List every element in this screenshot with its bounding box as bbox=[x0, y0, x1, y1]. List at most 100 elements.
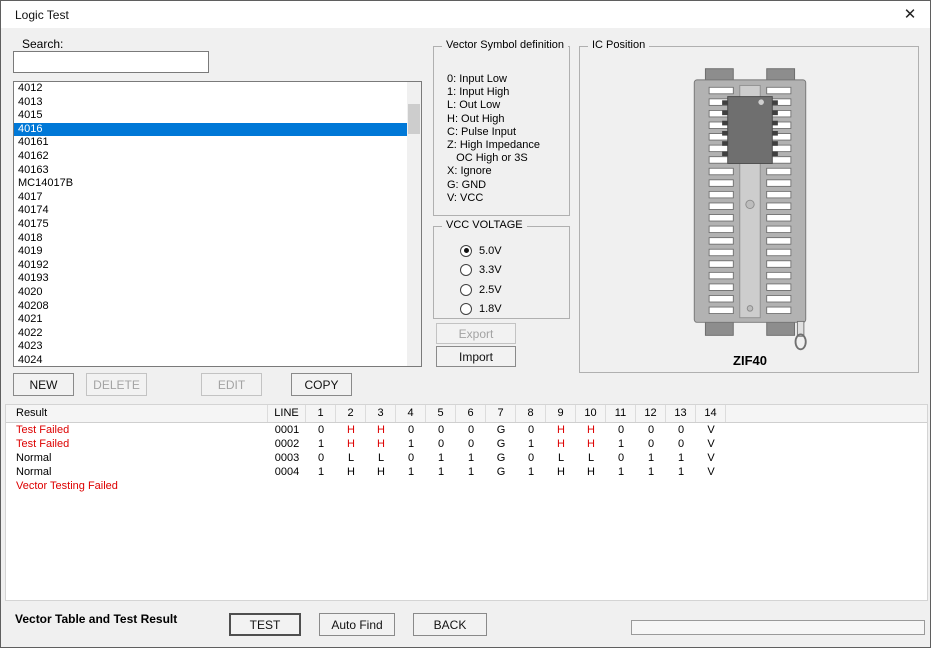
vector-cell: H bbox=[366, 423, 396, 437]
list-item-4013[interactable]: 4013 bbox=[14, 96, 407, 110]
list-item-40162[interactable]: 40162 bbox=[14, 150, 407, 164]
vector-cell: 0 bbox=[666, 423, 696, 437]
list-item-MC14017B[interactable]: MC14017B bbox=[14, 177, 407, 191]
table-row[interactable]: Normal00030LL011G0LL011V bbox=[6, 451, 927, 465]
list-item-4023[interactable]: 4023 bbox=[14, 340, 407, 354]
vector-cell: 1 bbox=[396, 465, 426, 479]
result-cell: Test Failed bbox=[6, 437, 268, 451]
vector-cell: 1 bbox=[456, 451, 486, 465]
vector-cell: 1 bbox=[606, 465, 636, 479]
vector-cell: 0 bbox=[606, 451, 636, 465]
vector-symbol-group: Vector Symbol definition 0: Input Low1: … bbox=[433, 46, 570, 216]
column-header-13[interactable]: 13 bbox=[666, 405, 696, 422]
vector-cell: 0 bbox=[456, 437, 486, 451]
list-item-4012[interactable]: 4012 bbox=[14, 82, 407, 96]
device-list-items: 4012401340154016401614016240163MC14017B4… bbox=[14, 82, 407, 366]
vector-cell: 0 bbox=[426, 437, 456, 451]
line-cell bbox=[268, 479, 306, 493]
column-header-8[interactable]: 8 bbox=[516, 405, 546, 422]
window-title: Logic Test bbox=[15, 8, 69, 22]
list-item-4015[interactable]: 4015 bbox=[14, 109, 407, 123]
column-header-7[interactable]: 7 bbox=[486, 405, 516, 422]
list-item-40161[interactable]: 40161 bbox=[14, 136, 407, 150]
search-input[interactable] bbox=[13, 51, 209, 73]
vcc-options: 5.0V3.3V 2.5V 1.8V bbox=[434, 227, 569, 319]
list-item-40193[interactable]: 40193 bbox=[14, 272, 407, 286]
list-item-4024[interactable]: 4024 bbox=[14, 354, 407, 366]
ic-chip-icon bbox=[722, 97, 778, 164]
column-header-9[interactable]: 9 bbox=[546, 405, 576, 422]
vector-cell: 0 bbox=[516, 423, 546, 437]
progress-bar bbox=[631, 620, 925, 635]
auto-find-button[interactable]: Auto Find bbox=[319, 613, 395, 636]
vector-symbol-line: H: Out High bbox=[447, 113, 569, 126]
vector-cell: H bbox=[546, 437, 576, 451]
vcc-option-5.0V[interactable]: 5.0V bbox=[460, 241, 569, 261]
vector-cell: 1 bbox=[666, 451, 696, 465]
list-item-4019[interactable]: 4019 bbox=[14, 245, 407, 259]
vector-cell: H bbox=[336, 437, 366, 451]
list-item-40174[interactable]: 40174 bbox=[14, 204, 407, 218]
import-button[interactable]: Import bbox=[436, 346, 516, 367]
close-icon[interactable]: ✕ bbox=[899, 4, 921, 26]
test-button[interactable]: TEST bbox=[229, 613, 301, 636]
list-item-40192[interactable]: 40192 bbox=[14, 259, 407, 273]
list-scrollbar[interactable] bbox=[407, 82, 421, 366]
column-header-3[interactable]: 3 bbox=[366, 405, 396, 422]
list-item-4016[interactable]: 4016 bbox=[14, 123, 407, 137]
vector-cell: 1 bbox=[426, 451, 456, 465]
column-header-LINE[interactable]: LINE bbox=[268, 405, 306, 422]
vector-cell: 1 bbox=[516, 437, 546, 451]
vector-cell: 1 bbox=[456, 465, 486, 479]
column-header-5[interactable]: 5 bbox=[426, 405, 456, 422]
list-item-40175[interactable]: 40175 bbox=[14, 218, 407, 232]
delete-button: DELETE bbox=[86, 373, 147, 396]
column-header-6[interactable]: 6 bbox=[456, 405, 486, 422]
list-item-4017[interactable]: 4017 bbox=[14, 191, 407, 205]
table-row[interactable]: Normal00041HH111G1HH111V bbox=[6, 465, 927, 479]
list-item-40208[interactable]: 40208 bbox=[14, 300, 407, 314]
vector-cell: H bbox=[576, 465, 606, 479]
list-item-4020[interactable]: 4020 bbox=[14, 286, 407, 300]
export-button: Export bbox=[436, 323, 516, 344]
vector-symbol-line: X: Ignore bbox=[447, 165, 569, 178]
vcc-option-2.5V[interactable]: 2.5V bbox=[460, 280, 569, 300]
table-row[interactable]: Test Failed00021HH100G1HH100V bbox=[6, 437, 927, 451]
back-button[interactable]: BACK bbox=[413, 613, 487, 636]
column-header-Result[interactable]: Result bbox=[6, 405, 268, 422]
table-row[interactable]: Vector Testing Failed bbox=[6, 479, 927, 493]
vector-cell: H bbox=[576, 437, 606, 451]
list-item-4021[interactable]: 4021 bbox=[14, 313, 407, 327]
column-header-12[interactable]: 12 bbox=[636, 405, 666, 422]
vector-cell: G bbox=[486, 465, 516, 479]
copy-button[interactable]: COPY bbox=[291, 373, 352, 396]
scrollbar-thumb[interactable] bbox=[408, 104, 420, 134]
vcc-option-3.3V[interactable]: 3.3V bbox=[460, 261, 569, 281]
vcc-option-1.8V[interactable]: 1.8V bbox=[460, 300, 569, 320]
vector-cell: H bbox=[546, 423, 576, 437]
radio-icon bbox=[460, 264, 472, 276]
column-header-14[interactable]: 14 bbox=[696, 405, 726, 422]
list-item-4018[interactable]: 4018 bbox=[14, 232, 407, 246]
column-header-11[interactable]: 11 bbox=[606, 405, 636, 422]
vector-cell: 0 bbox=[306, 451, 336, 465]
result-cell: Normal bbox=[6, 451, 268, 465]
column-header-4[interactable]: 4 bbox=[396, 405, 426, 422]
vector-cell: 0 bbox=[456, 423, 486, 437]
column-header-2[interactable]: 2 bbox=[336, 405, 366, 422]
table-row[interactable]: Test Failed00010HH000G0HH000V bbox=[6, 423, 927, 437]
ic-position-group: IC Position bbox=[579, 46, 919, 373]
column-header-1[interactable]: 1 bbox=[306, 405, 336, 422]
list-item-40163[interactable]: 40163 bbox=[14, 164, 407, 178]
vector-cell: L bbox=[546, 451, 576, 465]
vector-cell: H bbox=[366, 465, 396, 479]
vector-symbol-line: 0: Input Low bbox=[447, 73, 569, 86]
device-list[interactable]: 4012401340154016401614016240163MC14017B4… bbox=[13, 81, 422, 367]
column-header-10[interactable]: 10 bbox=[576, 405, 606, 422]
list-item-4022[interactable]: 4022 bbox=[14, 327, 407, 341]
zif-socket-graphic bbox=[652, 65, 848, 353]
vcc-voltage-group: VCC VOLTAGE 5.0V3.3V2.5V1.8V bbox=[433, 226, 570, 319]
new-button[interactable]: NEW bbox=[13, 373, 74, 396]
vcc-option-label: 2.5V bbox=[479, 284, 502, 296]
line-cell: 0003 bbox=[268, 451, 306, 465]
